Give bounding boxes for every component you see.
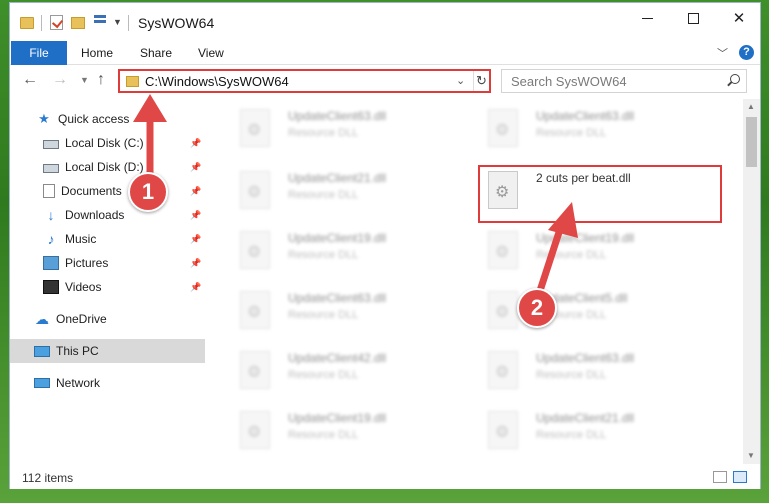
step-2-badge: 2 (517, 288, 557, 328)
annotation-arrows (133, 94, 578, 302)
arrow-2-head (548, 202, 578, 238)
arrow-1-head (133, 94, 167, 122)
step-1-badge: 1 (128, 172, 168, 212)
